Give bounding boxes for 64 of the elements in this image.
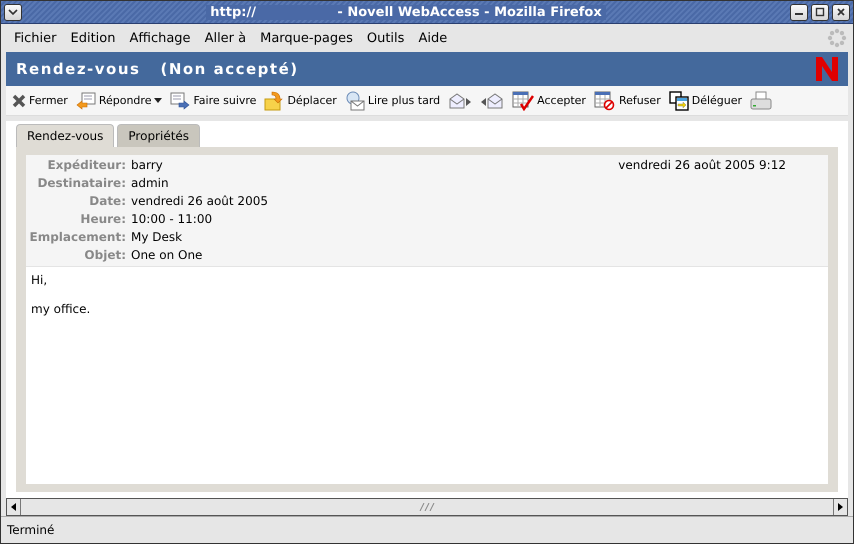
toolbar-icon-button[interactable] [448,92,472,108]
sent-date: vendredi 26 août 2005 9:12 [618,157,787,174]
chevron-down-icon [8,8,18,16]
maximize-button[interactable] [811,4,829,20]
toolbar-button[interactable]: Accepter [512,90,586,110]
menu-item[interactable]: Marque-pages [253,30,360,46]
throbber-icon [827,28,847,48]
folder-icon [264,90,284,110]
menu-item[interactable]: Outils [360,30,412,46]
toolbar-button[interactable]: Refuser [594,90,661,110]
grip-icon [419,503,435,511]
toolbar-button[interactable]: Déplacer [264,90,337,110]
field-label: Expéditeur: [46,157,127,174]
toolbar-button[interactable]: Faire suivre [170,92,256,110]
message-text: Hi, [31,273,48,287]
menu-item[interactable]: Aide [411,30,454,46]
dropdown-caret-icon [154,98,162,103]
window-menu-button[interactable] [4,4,22,20]
calendar-check-icon [512,90,534,110]
field-value: admin [131,175,170,192]
toolbar-icon-button[interactable] [750,90,772,110]
window-title: http:// - Novell WebAccess - Mozilla Firefox [206,4,606,20]
toolbar-button[interactable]: Lire plus tard [344,90,440,110]
reply-icon [76,92,96,110]
tab[interactable]: Propriétés [117,124,200,147]
calendar-decline-icon [594,90,616,110]
toolbar-button[interactable]: Déléguer [668,90,742,110]
scroll-right-button[interactable] [833,499,847,515]
page-title: Rendez-vous [16,60,140,78]
minimize-button[interactable] [790,4,808,20]
toolbar-button[interactable]: Répondre [76,92,162,110]
field-label: Objet: [83,247,127,264]
forward-icon [170,92,190,110]
tab[interactable]: Rendez-vous [16,124,114,147]
envelope-previous-icon [480,92,504,108]
logo-icon [816,57,838,81]
menu-item[interactable]: Fichier [7,30,64,46]
field-label: Date: [88,193,127,210]
message-text: my office. [31,302,92,316]
printer-icon [750,90,772,110]
delegate-icon [668,90,689,110]
menu-item[interactable]: Affichage [122,30,198,46]
arrow-left-icon [10,503,16,511]
close-icon [836,7,846,17]
field-label: Heure: [79,211,127,228]
menu-item[interactable]: Edition [64,30,122,46]
arrow-right-icon [838,503,844,511]
status-text: Terminé [7,523,54,537]
field-value: 10:00 - 11:00 [131,211,214,228]
toolbar-icon-button[interactable] [480,92,504,108]
field-value: vendredi 26 août 2005 [131,193,269,210]
field-value: My Desk [131,229,184,246]
envelope-next-icon [448,92,472,108]
status-text: (Non accepté) [160,60,299,78]
toolbar-button[interactable]: Fermer [12,94,68,108]
field-value: barry [131,157,164,174]
maximize-icon [815,7,825,17]
close-icon [12,94,26,108]
scroll-left-button[interactable] [7,499,21,515]
close-button[interactable] [832,4,850,20]
menu-item[interactable]: Aller à [198,30,254,46]
field-label: Destinataire: [36,175,127,192]
field-value: One on One [131,247,204,264]
field-label: Emplacement: [28,229,127,246]
